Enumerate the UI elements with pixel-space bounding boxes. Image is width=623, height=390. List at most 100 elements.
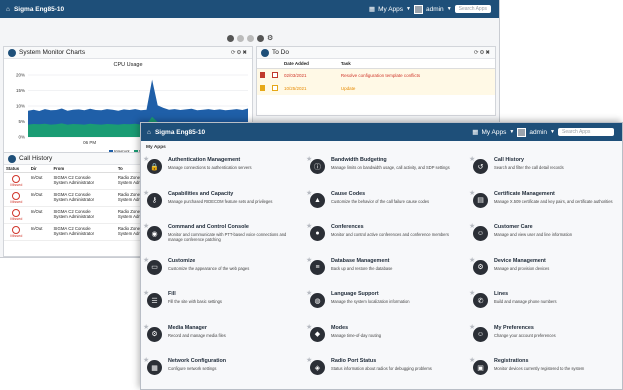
app-tile-capabilities-and-capacity[interactable]: ★ ⚷ Capabilities and Capacity Manage purcha… — [143, 187, 310, 219]
app-tile-lines[interactable]: ★ ✆ Lines Build and manage phone numbers — [469, 287, 622, 319]
app-name[interactable]: Call History — [494, 157, 622, 163]
app-name[interactable]: Conferences — [331, 224, 461, 230]
panel-tools[interactable]: ⟳⚙✖ — [231, 50, 248, 56]
app-name[interactable]: Database Management — [331, 258, 461, 264]
app-name[interactable]: Customize — [168, 258, 298, 264]
app-tile-bandwidth-budgeting[interactable]: ★ ⓘ Bandwidth Budgeting Manage limits on ba… — [306, 153, 473, 185]
favorite-star-icon[interactable]: ★ — [469, 323, 475, 331]
favorite-star-icon[interactable]: ★ — [469, 256, 475, 264]
app-name[interactable]: Modes — [331, 325, 461, 331]
app-tile-command-and-control-console[interactable]: ★ ◉ Command and Control Console Monitor and… — [143, 220, 310, 252]
favorite-star-icon[interactable]: ★ — [143, 256, 149, 264]
favorite-star-icon[interactable]: ★ — [306, 256, 312, 264]
user-menu[interactable]: admin — [426, 6, 444, 13]
app-tile-radio-port-status[interactable]: ★ ◈ Radio Port Status Status information ab… — [306, 354, 473, 386]
my-apps-menu[interactable]: My Apps — [378, 6, 403, 13]
user-menu[interactable]: admin — [529, 129, 547, 136]
chevron-down-icon[interactable]: ▼ — [550, 129, 555, 135]
app-tile-certificate-management[interactable]: ★ ▤ Certificate Management Manage X.509 cer… — [469, 187, 622, 219]
favorite-star-icon[interactable]: ★ — [306, 356, 312, 364]
app-name[interactable]: Media Manager — [168, 325, 298, 331]
layout-switcher[interactable]: ⚙ — [227, 34, 273, 42]
panel-tools[interactable]: ⟳⚙✖ — [474, 50, 491, 56]
favorite-star-icon[interactable]: ★ — [469, 222, 475, 230]
app-tile-call-history[interactable]: ★ ↺ Call History Search and filter the call… — [469, 153, 622, 185]
app-name[interactable]: Customer Care — [494, 224, 622, 230]
app-name[interactable]: Command and Control Console — [168, 224, 298, 230]
favorite-star-icon[interactable]: ★ — [469, 289, 475, 297]
favorite-star-icon[interactable]: ★ — [143, 323, 149, 331]
app-tile-network-configuration[interactable]: ★ ▦ Network Configuration Configure network… — [143, 354, 310, 386]
app-name[interactable]: Cause Codes — [331, 191, 461, 197]
checkbox[interactable] — [272, 85, 278, 91]
app-name[interactable]: Network Configuration — [168, 358, 298, 364]
app-tile-registrations[interactable]: ★ ▣ Registrations Monitor devices currently… — [469, 354, 622, 386]
todo-task[interactable]: Resolve configuration template conflicts — [338, 69, 495, 83]
app-name[interactable]: Capabilities and Capacity — [168, 191, 298, 197]
favorite-star-icon[interactable]: ★ — [143, 222, 149, 230]
column-header[interactable]: Task — [337, 59, 495, 69]
app-tile-modes[interactable]: ★ ◆ Modes Manage time-of-day routing — [306, 321, 473, 353]
favorite-star-icon[interactable]: ★ — [143, 189, 149, 197]
search-input[interactable]: Search Apps — [558, 128, 614, 136]
checkbox[interactable] — [272, 72, 278, 78]
app-name[interactable]: Bandwidth Budgeting — [331, 157, 461, 163]
home-icon[interactable]: ⌂ — [147, 129, 151, 136]
column-header[interactable]: Date Added — [281, 59, 338, 69]
column-header[interactable]: From — [51, 165, 116, 173]
app-tile-language-support[interactable]: ★ ◍ Language Support Manage the system loca… — [306, 287, 473, 319]
brand[interactable]: ⌂ Sigma Eng85-10 — [141, 129, 205, 136]
favorite-star-icon[interactable]: ★ — [306, 289, 312, 297]
favorite-star-icon[interactable]: ★ — [143, 155, 149, 163]
chevron-down-icon[interactable]: ▼ — [447, 6, 452, 12]
app-tile-my-preferences[interactable]: ★ ☺ My Preferences Change your account pref… — [469, 321, 622, 353]
app-tile-fill[interactable]: ★ ☰ Fill Fill the site with basic settings — [143, 287, 310, 319]
app-tile-authentication-management[interactable]: ★ 🔒 Authentication Management Manage connec… — [143, 153, 310, 185]
layout-dot[interactable] — [247, 34, 254, 42]
home-icon[interactable]: ⌂ — [6, 6, 10, 13]
gear-icon[interactable]: ⚙ — [267, 34, 273, 42]
table-row[interactable]: Missed In/Out SIGMA C2 Console System Admin… — [4, 189, 162, 207]
app-tile-database-management[interactable]: ★ ≡ Database Management Back up and restore… — [306, 254, 473, 286]
table-row[interactable]: 10/25/2021 Update — [257, 82, 495, 95]
app-name[interactable]: Lines — [494, 291, 622, 297]
column-header[interactable]: Dir — [28, 165, 52, 173]
app-name[interactable]: Radio Port Status — [331, 358, 461, 364]
app-tile-customer-care[interactable]: ★ ☺ Customer Care Manage and view user and … — [469, 220, 622, 252]
avatar[interactable] — [517, 127, 527, 137]
favorite-star-icon[interactable]: ★ — [469, 356, 475, 364]
search-input[interactable]: Search Apps — [454, 5, 491, 13]
favorite-star-icon[interactable]: ★ — [143, 289, 149, 297]
table-row[interactable]: Missed In/Out SIGMA C2 Console System Admin… — [4, 223, 162, 241]
favorite-star-icon[interactable]: ★ — [469, 155, 475, 163]
favorite-star-icon[interactable]: ★ — [306, 189, 312, 197]
app-tile-media-manager[interactable]: ★ ⚙ Media Manager Record and manage media f… — [143, 321, 310, 353]
favorite-star-icon[interactable]: ★ — [306, 155, 312, 163]
app-tile-conferences[interactable]: ★ ● Conferences Monitor and control active … — [306, 220, 473, 252]
favorite-star-icon[interactable]: ★ — [306, 222, 312, 230]
table-row[interactable]: Missed In/Out SIGMA C2 Console System Admin… — [4, 172, 162, 190]
column-header[interactable]: Status — [4, 165, 29, 173]
favorite-star-icon[interactable]: ★ — [143, 356, 149, 364]
app-tile-device-management[interactable]: ★ ⚙ Device Management Manage and provision … — [469, 254, 622, 286]
favorite-star-icon[interactable]: ★ — [306, 323, 312, 331]
app-name[interactable]: Language Support — [331, 291, 461, 297]
layout-dot[interactable] — [227, 34, 234, 42]
app-name[interactable]: Device Management — [494, 258, 622, 264]
app-tile-cause-codes[interactable]: ★ ▲ Cause Codes Customize the behavior of t… — [306, 187, 473, 219]
layout-dot[interactable] — [237, 34, 244, 42]
table-row[interactable]: Missed In/Out SIGMA C2 Console System Admin… — [4, 206, 162, 224]
app-name[interactable]: Authentication Management — [168, 157, 298, 163]
chevron-down-icon[interactable]: ▼ — [509, 129, 514, 135]
app-name[interactable]: Fill — [168, 291, 298, 297]
app-name[interactable]: Certificate Management — [494, 191, 622, 197]
brand[interactable]: ⌂ Sigma Eng85-10 — [0, 6, 64, 13]
app-tile-customize[interactable]: ★ ▭ Customize Customize the appearance of t… — [143, 254, 310, 286]
app-name[interactable]: My Preferences — [494, 325, 622, 331]
app-name[interactable]: Registrations — [494, 358, 622, 364]
trash-icon[interactable] — [260, 85, 265, 91]
favorite-star-icon[interactable]: ★ — [469, 189, 475, 197]
todo-task[interactable]: Update — [338, 82, 495, 95]
table-row[interactable]: 02/03/2021 Resolve configuration templat… — [257, 68, 495, 83]
trash-icon[interactable] — [260, 72, 265, 78]
